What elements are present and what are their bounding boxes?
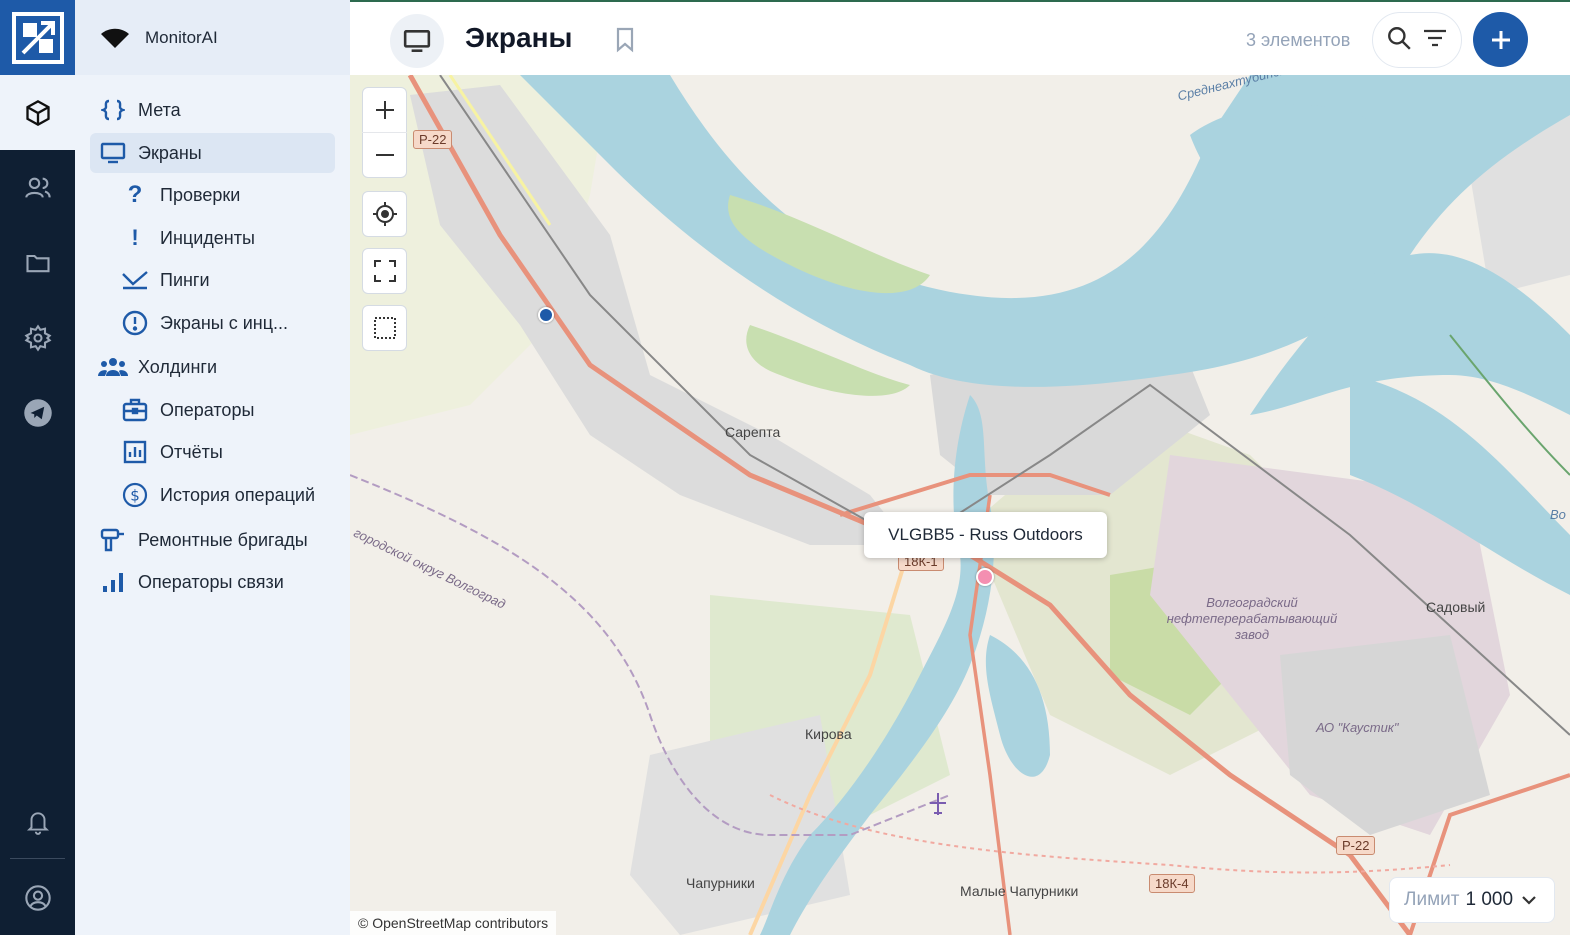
- sidebar-item-telecom-operators[interactable]: Операторы связи: [90, 562, 335, 602]
- user-circle-icon[interactable]: [0, 860, 75, 935]
- sidebar-item-label: Отчёты: [160, 441, 223, 462]
- sidebar-item-screens-incidents[interactable]: Экраны с инц...: [90, 303, 335, 343]
- sidebar-item-label: Операторы: [160, 399, 255, 420]
- map-label-refinery: Волгоградский нефтеперерабатывающий заво…: [1166, 595, 1338, 642]
- items-count: 3 элементов: [1246, 30, 1351, 50]
- page-title: Экраны: [465, 22, 573, 53]
- folder-icon[interactable]: [0, 225, 75, 300]
- monitorai-logo-icon[interactable]: [0, 0, 75, 75]
- sidebar-item-operations-history[interactable]: $ История операций: [90, 475, 335, 515]
- map-label-malye-chapurniki: Малые Чапурники: [960, 883, 1079, 899]
- dollar-circle-icon: $: [120, 482, 150, 508]
- alert-circle-icon: [120, 310, 150, 336]
- bookmark-icon[interactable]: [614, 27, 636, 58]
- app-name: MonitorAI: [145, 27, 218, 47]
- screen-marker-selected[interactable]: [976, 568, 994, 586]
- exclamation-icon: !: [131, 225, 139, 250]
- map-attribution[interactable]: © OpenStreetMap contributors: [350, 911, 557, 935]
- sidebar-item-label: Экраны: [138, 142, 202, 163]
- sidebar-item-label: Ремонтные бригады: [138, 529, 308, 550]
- zoom-controls: [362, 87, 407, 178]
- page-header: Экраны 3 элементов: [350, 0, 1570, 75]
- map-label-chapurniki: Чапурники: [686, 875, 755, 891]
- group-icon: [98, 357, 128, 377]
- sidebar-item-screens[interactable]: Экраны: [90, 133, 335, 173]
- monitor-icon: [98, 142, 128, 164]
- add-button[interactable]: [1473, 12, 1528, 67]
- sidebar-header[interactable]: MonitorAI: [75, 0, 350, 75]
- zoom-out-icon[interactable]: [362, 133, 407, 177]
- drill-icon: [98, 527, 128, 553]
- map-label-vo: Во: [1550, 507, 1566, 522]
- filter-icon[interactable]: [1422, 27, 1448, 54]
- bar-chart-icon: [120, 440, 150, 464]
- rail-divider: [10, 858, 65, 859]
- map-label-kirova: Кирова: [805, 726, 852, 742]
- search-filter-group: [1372, 12, 1462, 68]
- road-shield-r22-top: Р-22: [413, 130, 453, 149]
- telegram-icon[interactable]: [0, 375, 75, 450]
- screen-marker[interactable]: [538, 307, 554, 323]
- plus-icon: [1491, 30, 1510, 49]
- question-icon: ?: [127, 181, 143, 208]
- sidebar-item-repair-teams[interactable]: Ремонтные бригады: [90, 520, 335, 560]
- map-label-sarepta: Сарепта: [725, 424, 781, 440]
- map-label-sadovy: Садовый: [1426, 599, 1486, 615]
- sidebar-item-label: Операторы связи: [138, 571, 284, 592]
- locate-control: [362, 191, 407, 237]
- sidebar-item-label: Холдинги: [138, 356, 218, 377]
- app-rail: [0, 0, 75, 935]
- sidebar-item-label: Мета: [138, 99, 181, 120]
- fullscreen-control: [362, 248, 407, 294]
- limit-select[interactable]: Лимит 1 000: [1389, 877, 1555, 923]
- marker-tooltip: VLGBB5 - Russ Outdoors: [864, 512, 1107, 558]
- braces-icon: [98, 99, 128, 121]
- sidebar-item-reports[interactable]: Отчёты: [90, 432, 335, 472]
- signal-icon: [98, 571, 128, 593]
- fullscreen-icon[interactable]: [362, 249, 407, 293]
- sidebar-item-checks[interactable]: ? Проверки: [90, 175, 335, 215]
- select-area-icon[interactable]: [362, 306, 407, 350]
- sidebar-item-label: История операций: [160, 484, 316, 505]
- wifi-icon: [101, 28, 129, 48]
- sidebar: MonitorAI Мета Экраны ? Проверки ! Инцид…: [75, 0, 350, 935]
- search-icon[interactable]: [1386, 25, 1412, 56]
- limit-label: Лимит: [1404, 889, 1460, 910]
- chevron-down-icon: [1522, 896, 1536, 905]
- users-icon[interactable]: [0, 150, 75, 225]
- road-shield-18k4: 18К-4: [1149, 874, 1195, 893]
- sidebar-item-label: Экраны с инц...: [160, 312, 289, 333]
- sidebar-item-holdings[interactable]: Холдинги: [90, 347, 335, 387]
- sidebar-item-operators[interactable]: Операторы: [90, 390, 335, 430]
- sidebar-item-label: Инциденты: [160, 227, 255, 248]
- monitor-icon: [390, 14, 444, 68]
- bell-icon[interactable]: [0, 784, 75, 859]
- limit-value: 1 000: [1465, 889, 1514, 910]
- map[interactable]: Сарепта Кирова Чапурники Малые Чапурники…: [350, 75, 1570, 935]
- map-tiles: [350, 75, 1570, 935]
- ping-icon: [120, 270, 150, 290]
- gear-icon[interactable]: [0, 300, 75, 375]
- zoom-in-icon[interactable]: [362, 88, 407, 132]
- sidebar-item-pings[interactable]: Пинги: [90, 260, 335, 300]
- briefcase-icon: [120, 398, 150, 422]
- svg-text:$: $: [130, 487, 140, 505]
- select-area-control: [362, 305, 407, 351]
- locate-icon[interactable]: [362, 192, 407, 236]
- map-label-kaustik: АО "Каустик": [1316, 720, 1399, 735]
- sidebar-item-incidents[interactable]: ! Инциденты: [90, 218, 335, 258]
- sidebar-item-meta[interactable]: Мета: [90, 90, 335, 130]
- road-shield-r22-bottom: Р-22: [1336, 836, 1376, 855]
- cube-icon[interactable]: [0, 75, 75, 150]
- sidebar-item-label: Проверки: [160, 184, 241, 205]
- sidebar-item-label: Пинги: [160, 269, 210, 290]
